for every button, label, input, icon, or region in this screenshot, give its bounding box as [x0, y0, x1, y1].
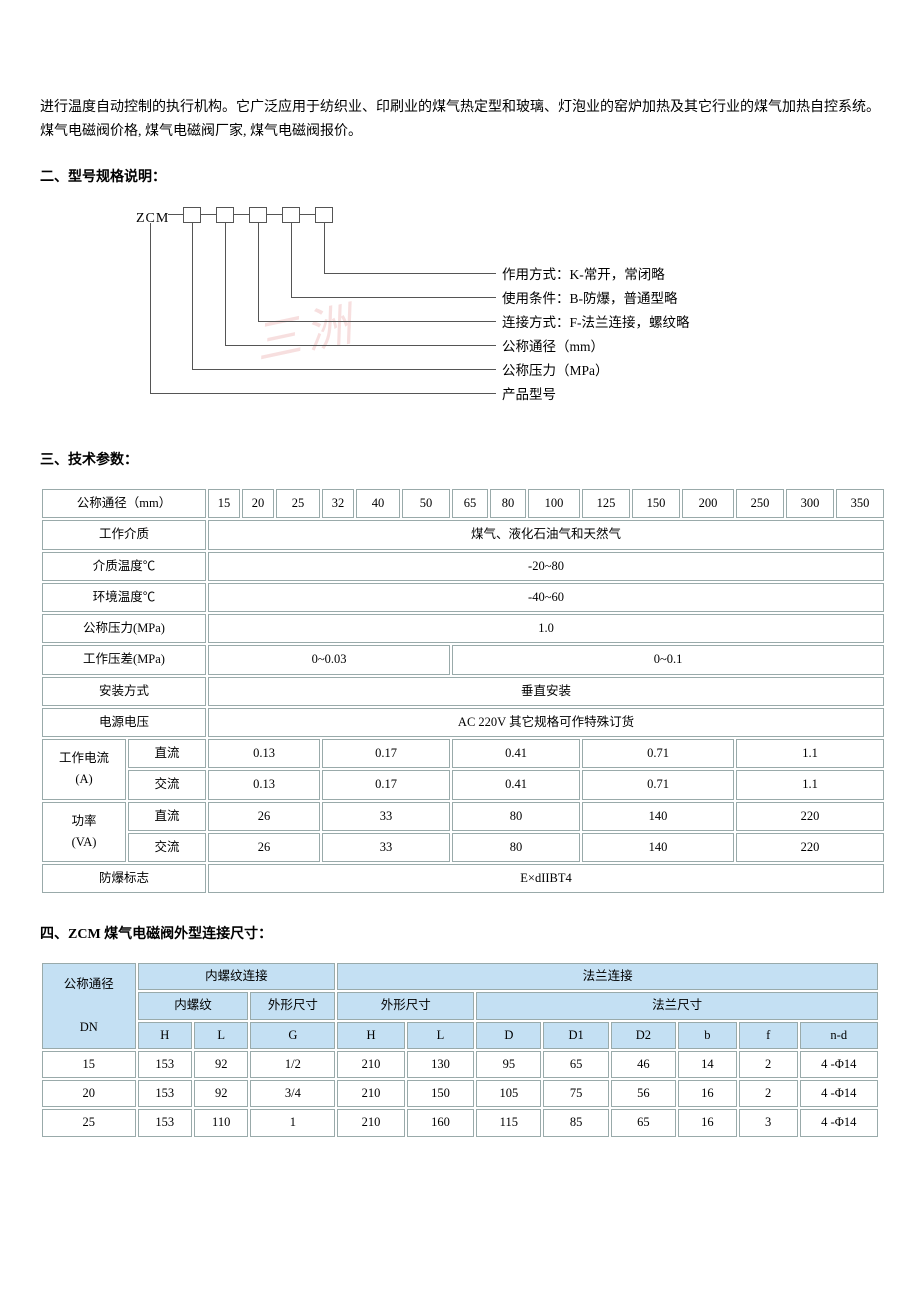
table-row: 功率 (VA) 直流 26 33 80 140 220 [42, 802, 884, 831]
diagram-label-4: 公称压力（MPa） [502, 360, 609, 383]
diagram-label-3: 公称通径（mm） [502, 336, 604, 359]
diagram-label-0: 作用方式：K-常开，常闭略 [502, 264, 665, 287]
diagram-label-2: 连接方式：F-法兰连接，螺纹略 [502, 312, 690, 335]
table-row: 交流 26 33 80 140 220 [42, 833, 884, 862]
table-row: 介质温度℃ -20~80 [42, 552, 884, 581]
table-row: 15 153 92 1/2 210 130 95 65 46 14 2 4 -Φ… [42, 1051, 878, 1078]
table-row: 工作介质 煤气、液化石油气和天然气 [42, 520, 884, 549]
table-row: 交流 0.13 0.17 0.41 0.71 1.1 [42, 770, 884, 799]
table-row: 工作压差(MPa) 0~0.03 0~0.1 [42, 645, 884, 674]
table-row: 环境温度℃ -40~60 [42, 583, 884, 612]
table-row: 公称通径 DN 内螺纹连接 法兰连接 [42, 963, 878, 990]
table-row: 防爆标志 E×dIIBT4 [42, 864, 884, 893]
table-row: 公称压力(MPa) 1.0 [42, 614, 884, 643]
intro-paragraph: 进行温度自动控制的执行机构。它广泛应用于纺织业、印刷业的煤气热定型和玻璃、灯泡业… [40, 96, 880, 144]
model-code-diagram: 三洲 ZCM 作用方式：K-常开，常闭略 使用条件：B-防爆，普通型略 连接方式… [136, 203, 880, 421]
table-row: 电源电压 AC 220V 其它规格可作特殊订货 [42, 708, 884, 737]
table-row: 20 153 92 3/4 210 150 105 75 56 16 2 4 -… [42, 1080, 878, 1107]
table-row: 安装方式 垂直安装 [42, 677, 884, 706]
table-row: 工作电流 (A) 直流 0.13 0.17 0.41 0.71 1.1 [42, 739, 884, 768]
table-row: 内螺纹 外形尺寸 外形尺寸 法兰尺寸 [42, 992, 878, 1019]
section-4-title: 四、ZCM 煤气电磁阀外型连接尺寸： [40, 923, 880, 947]
section-3-title: 三、技术参数： [40, 449, 880, 473]
table-row: H L G H L D D1 D2 b f n-d [42, 1022, 878, 1049]
conn-dn-label: 公称通径 DN [42, 963, 136, 1049]
section-2-title: 二、型号规格说明： [40, 166, 880, 190]
table-row: 公称通径（mm） 15 20 25 32 40 50 65 80 100 125… [42, 489, 884, 518]
diagram-prefix: ZCM [136, 207, 169, 231]
diagram-label-1: 使用条件：B-防爆，普通型略 [502, 288, 678, 311]
dn-label: 公称通径（mm） [42, 489, 206, 518]
table-row: 25 153 110 1 210 160 115 85 65 16 3 4 -Φ… [42, 1109, 878, 1136]
tech-params-table: 公称通径（mm） 15 20 25 32 40 50 65 80 100 125… [40, 487, 886, 895]
connection-size-table: 公称通径 DN 内螺纹连接 法兰连接 内螺纹 外形尺寸 外形尺寸 法兰尺寸 H … [40, 961, 880, 1139]
diagram-label-5: 产品型号 [502, 384, 556, 407]
